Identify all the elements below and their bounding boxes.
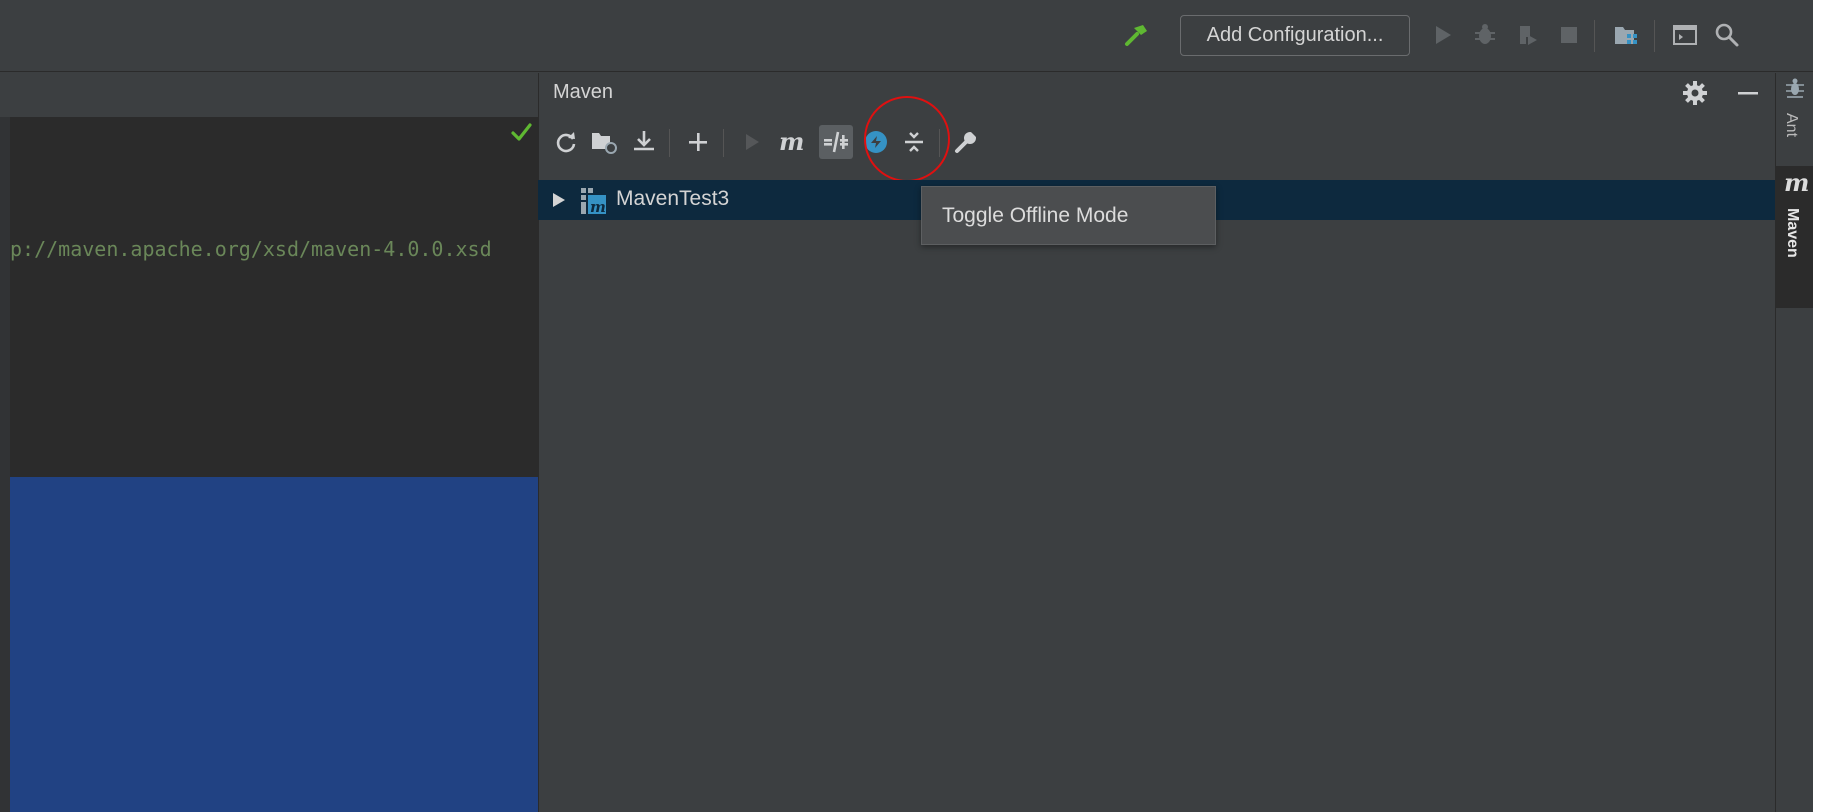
maven-settings-wrench-icon[interactable] [949,125,983,159]
ant-tab-label: Ant [1783,113,1800,138]
gear-icon[interactable] [1681,79,1709,107]
ant-tool-tab[interactable]: Ant [1776,73,1813,168]
editor-tab-strip [0,73,538,117]
add-configuration-button[interactable]: Add Configuration... [1180,15,1410,56]
editor-gutter [0,117,10,812]
reload-projects-icon[interactable] [549,125,583,159]
project-structure-icon[interactable] [1612,20,1642,50]
ant-icon [1786,78,1804,98]
inspection-ok-check-icon [511,123,532,141]
maven-tab-label: Maven [1784,208,1801,258]
svg-text:m: m [779,129,804,155]
toggle-offline-mode-icon[interactable] [819,125,853,159]
toolbar-separator [939,129,940,157]
run-icon[interactable] [1428,20,1458,50]
download-sources-icon[interactable] [627,125,661,159]
debug-icon[interactable] [1470,20,1500,50]
maven-m-icon: m [1784,168,1810,197]
run-maven-build-icon[interactable] [735,125,769,159]
minimize-icon[interactable] [1734,79,1762,107]
toggle-offline-mode-tooltip: Toggle Offline Mode [921,186,1216,245]
coverage-icon[interactable] [1512,20,1542,50]
stop-icon[interactable] [1554,20,1584,50]
toolbar-separator [723,129,724,157]
maven-toolbar: m [539,117,1776,165]
collapse-all-icon[interactable] [897,125,931,159]
add-maven-project-icon[interactable] [681,125,715,159]
editor-selection-area[interactable] [0,477,538,812]
execute-maven-goal-icon[interactable]: m [775,125,809,159]
toolbar-separator [669,129,670,157]
expand-arrow-icon[interactable] [550,190,568,210]
terminal-window-icon[interactable] [1670,20,1700,50]
svg-text:m: m [590,198,606,216]
search-icon[interactable] [1712,20,1742,50]
code-editor[interactable] [0,117,538,477]
main-toolbar: Add Configuration... [0,0,1813,72]
generate-sources-icon[interactable] [587,125,621,159]
maven-panel-title: Maven [553,81,614,103]
code-line-xsd-url: p://maven.apache.org/xsd/maven-4.0.0.xsd [10,237,492,261]
toolbar-separator [1594,20,1595,52]
maven-project-icon: m [581,188,606,216]
toolbar-separator [1654,20,1655,52]
screenshot-margin [1813,0,1823,812]
project-name-label: MavenTest3 [616,187,730,210]
right-tool-strip: Ant m Maven [1775,73,1813,812]
maven-tool-tab[interactable]: m Maven [1776,166,1813,308]
build-hammer-icon[interactable] [1123,22,1151,50]
skip-tests-icon[interactable] [859,125,893,159]
ide-window: Add Configuration... p://maven.apache.or… [0,0,1813,812]
